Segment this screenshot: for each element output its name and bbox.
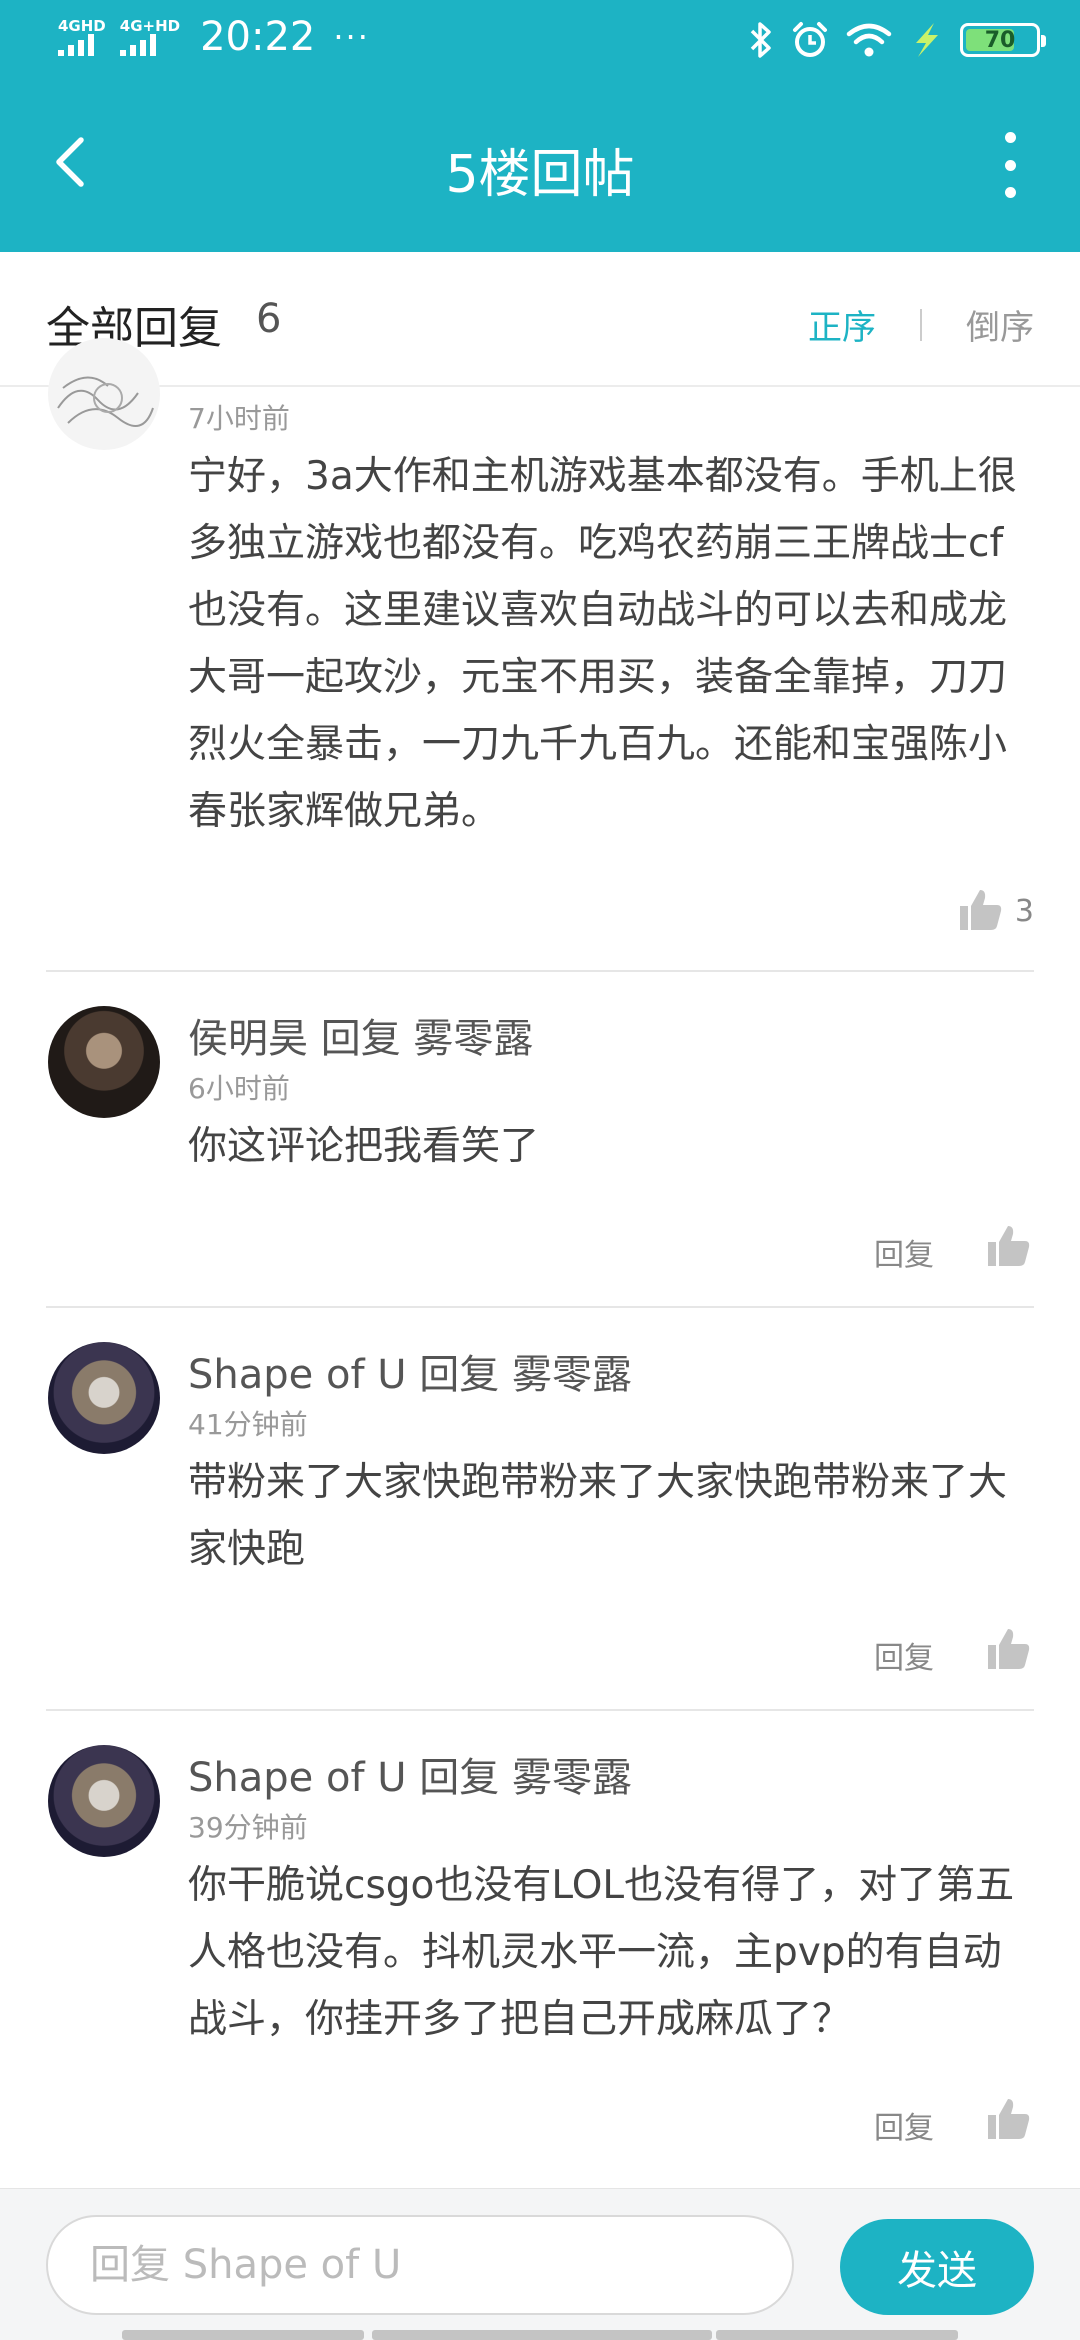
gesture-bar-center xyxy=(372,2330,712,2340)
reply-input[interactable] xyxy=(46,2215,794,2315)
reply-button[interactable]: 回复 xyxy=(874,2103,934,2147)
comment-text: 你干脆说csgo也没有LOL也没有得了，对了第五人格也没有。抖机灵水平一流，主p… xyxy=(188,1863,1015,2042)
comment-divider xyxy=(46,1306,1034,1308)
signal-1: 4GHD xyxy=(58,18,106,56)
reply-button[interactable]: 回复 xyxy=(874,1230,934,1274)
sort-ascending-button[interactable]: 正序 xyxy=(808,300,876,349)
gesture-bar-left xyxy=(122,2330,364,2340)
send-button[interactable]: 发送 xyxy=(840,2219,1034,2315)
charging-icon xyxy=(916,23,938,57)
network-label-2: 4G+HD xyxy=(119,17,181,35)
thumbs-up-icon[interactable] xyxy=(956,886,1004,934)
gesture-bar-right xyxy=(716,2330,958,2340)
alarm-icon xyxy=(793,22,827,57)
replies-header: 全部回复 6 正序 倒序 xyxy=(0,252,1080,387)
comment-time: 7小时前 xyxy=(188,402,290,435)
wifi-icon xyxy=(846,23,892,57)
avatar[interactable] xyxy=(48,1745,160,1857)
avatar[interactable] xyxy=(48,338,160,450)
sort-divider xyxy=(920,308,922,341)
signal-icon xyxy=(58,34,94,56)
comment-time: 41分钟前 xyxy=(188,1408,308,1441)
comment-author: Shape of U 回复 雾零露 xyxy=(188,1755,632,1801)
reply-count: 6 xyxy=(256,296,282,342)
more-vert-icon[interactable] xyxy=(980,132,1040,198)
comment-time: 39分钟前 xyxy=(188,1811,308,1844)
comment-author: 侯明昊 回复 雾零露 xyxy=(188,1016,534,1062)
sort-toggle: 正序 倒序 xyxy=(808,300,1034,349)
network-label-1: 4GHD xyxy=(58,17,106,35)
comment-author: Shape of U 回复 雾零露 xyxy=(188,1352,632,1398)
page-title: 5楼回帖 xyxy=(445,145,635,205)
like-count: 3 xyxy=(1014,894,1034,929)
avatar[interactable] xyxy=(48,1006,160,1118)
reply-input-bar: 发送 xyxy=(0,2188,1080,2340)
status-bar: 4GHD 4G+HD 20:22 ··· 70 xyxy=(0,0,1080,80)
bluetooth-icon xyxy=(750,22,771,58)
clock: 20:22 xyxy=(200,14,316,60)
comment-divider xyxy=(46,1709,1034,1711)
comment-text: 带粉来了大家快跑带粉来了大家快跑带粉来了大家快跑 xyxy=(188,1460,1008,1572)
thumbs-up-icon[interactable] xyxy=(984,2095,1032,2143)
avatar[interactable] xyxy=(48,1342,160,1454)
sort-descending-button[interactable]: 倒序 xyxy=(966,300,1034,349)
comment-time: 6小时前 xyxy=(188,1072,290,1105)
battery-icon: 70 xyxy=(960,23,1046,57)
thumbs-up-icon[interactable] xyxy=(984,1222,1032,1270)
notification-dots: ··· xyxy=(333,18,370,56)
signal-icon xyxy=(119,34,156,56)
comment-text: 你这评论把我看笑了 xyxy=(188,1124,540,1169)
thumbs-up-icon[interactable] xyxy=(984,1625,1032,1673)
battery-level: 70 xyxy=(984,27,1016,53)
comment-text: 宁好，3a大作和主机游戏基本都没有。手机上很多独立游戏也都没有。吃鸡农药崩三王牌… xyxy=(188,454,1017,834)
app-bar: 5楼回帖 xyxy=(0,80,1080,252)
reply-button[interactable]: 回复 xyxy=(874,1633,934,1677)
signal-2: 4G+HD xyxy=(119,17,181,56)
comment-divider xyxy=(46,970,1034,972)
avatar-sketch-image xyxy=(48,338,160,450)
